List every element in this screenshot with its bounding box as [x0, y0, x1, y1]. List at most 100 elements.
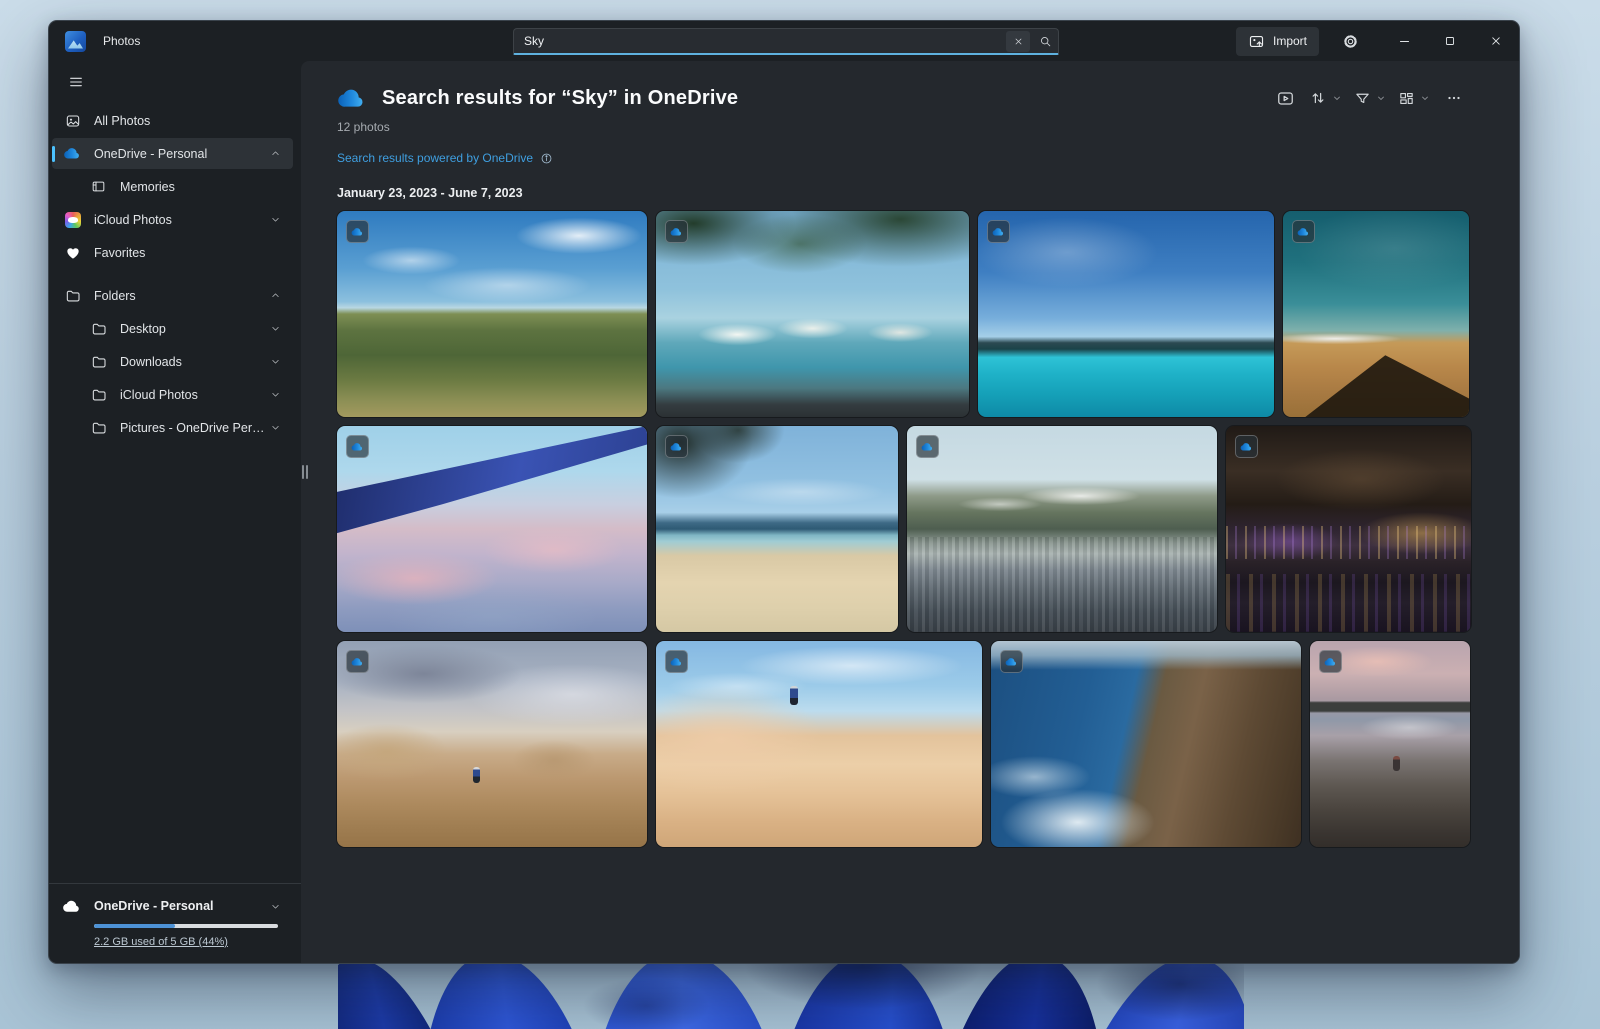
powered-by-onedrive-link[interactable]: Search results powered by OneDrive	[337, 151, 533, 165]
storage-progress-bar	[94, 924, 278, 928]
chevron-down-icon[interactable]	[270, 214, 281, 225]
more-options-button[interactable]	[1439, 83, 1469, 113]
maximize-button[interactable]	[1427, 21, 1473, 61]
photos-app-window: Photos Import	[48, 20, 1520, 964]
photo-tile[interactable]	[1226, 426, 1471, 632]
import-label: Import	[1273, 34, 1307, 48]
selection-accent	[52, 146, 55, 162]
sidebar-item-label: Favorites	[94, 246, 145, 260]
photos-app-icon	[65, 31, 86, 52]
sidebar-item-favorites[interactable]: Favorites	[52, 237, 293, 268]
onedrive-sync-badge-icon	[1292, 220, 1315, 243]
photo-tile[interactable]	[337, 426, 647, 632]
onedrive-sync-badge-icon	[665, 220, 688, 243]
storage-usage-link[interactable]: 2.2 GB used of 5 GB (44%)	[94, 936, 228, 948]
onedrive-sync-badge-icon	[1000, 650, 1023, 673]
chevron-up-icon[interactable]	[270, 290, 281, 301]
sidebar-item-desktop[interactable]: Desktop	[52, 313, 293, 344]
photo-count: 12 photos	[337, 120, 1469, 134]
hamburger-menu-icon[interactable]	[59, 67, 93, 97]
photo-tile[interactable]	[1310, 641, 1470, 847]
folder-icon	[90, 353, 107, 370]
close-button[interactable]	[1473, 21, 1519, 61]
chevron-down-icon[interactable]	[270, 356, 281, 367]
sidebar-item-label: iCloud Photos	[120, 388, 198, 402]
onedrive-sync-badge-icon	[346, 435, 369, 458]
memories-icon	[90, 178, 107, 195]
clear-search-button[interactable]	[1006, 31, 1030, 52]
chevron-down-icon[interactable]	[270, 901, 281, 912]
onedrive-sync-badge-icon	[1235, 435, 1258, 458]
sort-icon	[1309, 89, 1327, 107]
folder-icon	[90, 320, 107, 337]
chevron-down-icon[interactable]	[270, 422, 281, 433]
sidebar-item-downloads[interactable]: Downloads	[52, 346, 293, 377]
app-title: Photos	[103, 34, 140, 48]
photo-tile[interactable]	[978, 211, 1274, 417]
page-title: Search results for “Sky” in OneDrive	[382, 87, 738, 110]
sidebar-item-label: Downloads	[120, 355, 182, 369]
sidebar-item-onedrive-personal[interactable]: OneDrive - Personal	[52, 138, 293, 169]
sidebar-item-icloud-photos-folder[interactable]: iCloud Photos	[52, 379, 293, 410]
chevron-down-icon[interactable]	[270, 389, 281, 400]
settings-gear-icon[interactable]	[1333, 26, 1367, 56]
photo-tile[interactable]	[991, 641, 1301, 847]
sidebar-item-label: Memories	[120, 180, 175, 194]
main-panel: Search results for “Sky” in OneDrive 1	[301, 61, 1519, 963]
slideshow-button[interactable]	[1270, 83, 1300, 113]
sidebar: All Photos OneDrive - Personal Memories …	[49, 61, 301, 963]
sidebar-item-icloud-photos[interactable]: iCloud Photos	[52, 204, 293, 235]
photo-tile[interactable]	[656, 426, 898, 632]
filter-icon	[1354, 90, 1371, 107]
folder-icon	[64, 287, 81, 304]
sort-button[interactable]	[1306, 83, 1345, 113]
sidebar-item-label: Folders	[94, 289, 136, 303]
all-photos-icon	[64, 112, 81, 129]
chevron-down-icon	[1376, 93, 1386, 103]
icloud-icon	[64, 211, 81, 228]
photo-tile[interactable]	[656, 641, 982, 847]
sidebar-item-label: Desktop	[120, 322, 166, 336]
sidebar-item-all-photos[interactable]: All Photos	[52, 105, 293, 136]
onedrive-sync-badge-icon	[916, 435, 939, 458]
filter-button[interactable]	[1351, 83, 1389, 113]
photo-tile[interactable]	[907, 426, 1217, 632]
info-icon[interactable]	[540, 152, 553, 165]
chevron-up-icon[interactable]	[270, 148, 281, 159]
sidebar-item-label: All Photos	[94, 114, 150, 128]
onedrive-cloud-icon	[63, 897, 81, 915]
sidebar-item-pictures-onedrive[interactable]: Pictures - OneDrive Personal	[52, 412, 293, 443]
storage-account-label: OneDrive - Personal	[94, 899, 214, 913]
onedrive-cloud-icon	[64, 145, 81, 162]
date-range-header: January 23, 2023 - June 7, 2023	[337, 186, 1469, 200]
chevron-down-icon	[1332, 93, 1342, 103]
search-box[interactable]	[513, 28, 1059, 55]
sidebar-item-memories[interactable]: Memories	[52, 171, 293, 202]
import-icon	[1248, 33, 1265, 50]
storage-account-row[interactable]: OneDrive - Personal	[63, 897, 285, 915]
photo-tile[interactable]	[656, 211, 969, 417]
import-button[interactable]: Import	[1236, 27, 1319, 56]
layout-button[interactable]	[1395, 83, 1433, 113]
sidebar-resize-handle[interactable]	[301, 463, 309, 481]
toolbar	[1270, 83, 1469, 113]
minimize-button[interactable]	[1381, 21, 1427, 61]
sidebar-item-label: Pictures - OneDrive Personal	[120, 421, 270, 435]
photo-tile[interactable]	[1283, 211, 1469, 417]
storage-progress-fill	[94, 924, 175, 928]
sidebar-item-folders[interactable]: Folders	[52, 280, 293, 311]
photo-tile[interactable]	[337, 641, 647, 847]
photo-grid	[337, 211, 1469, 847]
folder-icon	[90, 419, 107, 436]
heart-icon	[64, 244, 81, 261]
search-input[interactable]	[514, 34, 1006, 48]
search-icon[interactable]	[1032, 30, 1058, 53]
chevron-down-icon	[1420, 93, 1430, 103]
photo-tile[interactable]	[337, 211, 647, 417]
folder-icon	[90, 386, 107, 403]
chevron-down-icon[interactable]	[270, 323, 281, 334]
onedrive-sync-badge-icon	[665, 435, 688, 458]
onedrive-sync-badge-icon	[1319, 650, 1342, 673]
onedrive-cloud-icon	[337, 88, 367, 109]
onedrive-sync-badge-icon	[665, 650, 688, 673]
